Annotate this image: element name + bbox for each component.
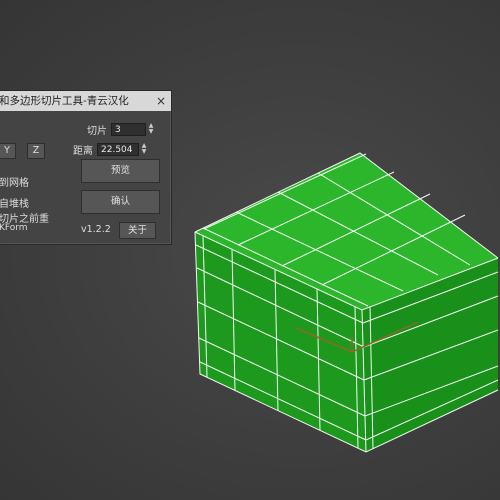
- checkbox-stack-label[interactable]: 自堆栈: [0, 195, 29, 210]
- about-button[interactable]: 关于: [119, 222, 156, 239]
- z-axis-button[interactable]: Z: [27, 143, 45, 159]
- slices-input[interactable]: 3: [111, 123, 146, 136]
- dialog-title: 和多边形切片工具-青云汉化: [0, 91, 171, 111]
- slices-label: 切片: [87, 126, 107, 137]
- distance-spinner-arrows[interactable]: ▲ ▼: [140, 143, 148, 156]
- y-axis-button[interactable]: Y: [0, 143, 16, 159]
- checkbox-reset-xform-sublabel: KForm: [0, 223, 28, 233]
- close-icon[interactable]: ×: [154, 94, 168, 108]
- confirm-button[interactable]: 确认: [81, 190, 160, 214]
- 3d-viewport[interactable]: [0, 0, 500, 500]
- slices-spinner-arrows[interactable]: ▲ ▼: [147, 123, 155, 136]
- slice-tool-dialog: 和多边形切片工具-青云汉化 × Y Z 切片 3 ▲ ▼ 距离 22.504 ▲ ▼…: [0, 90, 172, 245]
- version-label: v1.2.2: [81, 224, 111, 235]
- distance-label: 距离: [73, 146, 93, 157]
- distance-input[interactable]: 22.504: [97, 143, 139, 156]
- preview-button[interactable]: 预览: [81, 159, 160, 183]
- checkbox-to-mesh-label[interactable]: 到网格: [0, 174, 29, 189]
